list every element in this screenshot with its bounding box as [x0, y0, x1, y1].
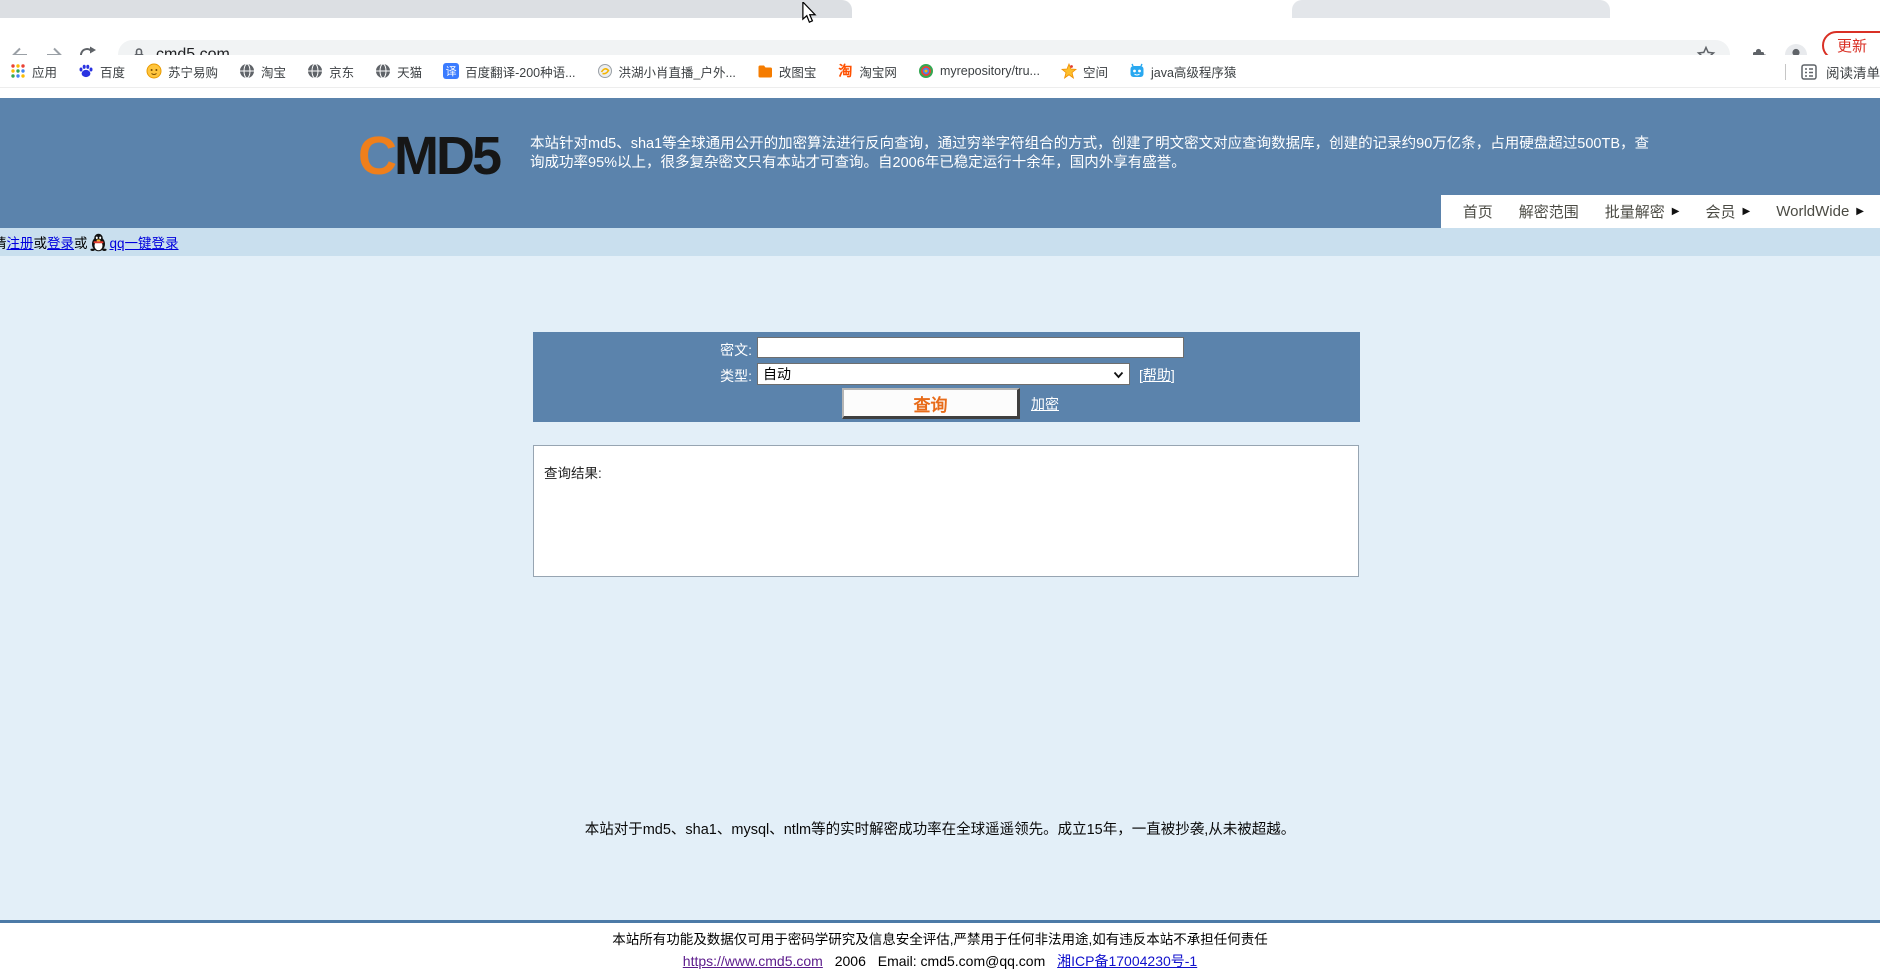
type-label: 类型:	[720, 368, 752, 384]
bookmark-baidu[interactable]: 百度	[78, 62, 125, 81]
bookmark-label: 洪湖小肖直播_户外...	[618, 65, 736, 80]
globe-icon	[308, 63, 323, 79]
nav-label: WorldWide	[1776, 203, 1850, 220]
bookmark-apps[interactable]: 应用	[10, 62, 57, 81]
footer-year: 2006	[834, 953, 866, 969]
nav-home[interactable]: 首页	[1463, 201, 1493, 222]
bookmark-tmall[interactable]: 天猫	[375, 62, 422, 81]
type-select-value: 自动	[763, 366, 791, 382]
globe-icon	[240, 63, 255, 79]
nav-member[interactable]: 会员 ▶	[1706, 201, 1751, 222]
site-description: 本站针对md5、sha1等全球通用公开的加密算法进行反向查询，通过穷举字符组合的…	[530, 136, 1649, 171]
qq-penguin-icon	[89, 233, 107, 251]
bookmark-label: 改图宝	[778, 65, 817, 80]
bookmark-label: 空间	[1082, 65, 1108, 80]
chevron-right-icon: ▶	[1856, 206, 1864, 217]
site-nav: 首页 解密范围 批量解密 ▶ 会员 ▶ WorldWide ▶	[1440, 195, 1880, 228]
bookmark-myrepository[interactable]: myrepository/tru...	[918, 63, 1040, 79]
help-link-wrap: [帮助]	[1139, 365, 1175, 385]
chevron-right-icon: ▶	[1671, 206, 1680, 217]
nav-label: 解密范围	[1518, 204, 1579, 221]
reading-list-label: 阅读清单	[1826, 65, 1880, 81]
bookmark-label: 淘宝网	[859, 65, 897, 80]
nav-label: 首页	[1462, 204, 1493, 221]
bookmark-label: 淘宝	[261, 65, 287, 80]
nav-label: 会员	[1705, 204, 1736, 221]
bookmark-jd[interactable]: 京东	[307, 62, 354, 81]
nav-label: 批量解密	[1604, 204, 1665, 221]
bracket: ]	[1170, 367, 1175, 383]
cmd5-logo[interactable]: CMD5	[358, 126, 502, 186]
footer-disclaimer: 本站所有功能及数据仅可用于密码学研究及信息安全评估,严禁用于任何非法用途,如有违…	[612, 932, 1268, 947]
update-label: 更新	[1837, 38, 1868, 55]
taobao-char-icon: 淘	[838, 63, 853, 79]
bookmark-suning[interactable]: 苏宁易购	[146, 62, 218, 81]
encrypt-link[interactable]: 加密	[1031, 394, 1059, 414]
bookmark-label: 天猫	[397, 65, 423, 80]
java-robot-icon	[1130, 63, 1144, 77]
type-select[interactable]: 自动	[757, 363, 1130, 385]
mouse-cursor	[802, 2, 817, 23]
bookmark-taobao[interactable]: 淘宝	[239, 62, 286, 81]
orange-folder-icon	[758, 65, 772, 78]
bookmark-label: 百度翻译-200种语...	[465, 65, 576, 80]
baidu-paw-icon	[79, 64, 93, 78]
login-bar: 请注册或登录或 qq一键登录	[0, 228, 1880, 256]
bookmark-label: 京东	[329, 65, 355, 80]
apps-grid-icon	[11, 64, 25, 78]
bookmark-label: 应用	[32, 65, 58, 80]
bookmark-gaitubao[interactable]: 改图宝	[757, 62, 817, 81]
chevron-right-icon: ▶	[1742, 206, 1751, 217]
footer-email: Email: cmd5.com@qq.com	[877, 953, 1046, 969]
bookmark-java[interactable]: java高级程序猿	[1129, 62, 1236, 81]
login-conj: 或	[33, 236, 48, 251]
translate-badge-icon: 译	[443, 63, 460, 79]
query-button[interactable]: 查询	[842, 388, 1020, 419]
tab-active[interactable]	[852, 0, 1292, 18]
logo-c: C	[358, 126, 397, 186]
rainbow-rings-icon	[918, 64, 933, 78]
site-slogan: 本站对于md5、sha1、mysql、ntlm等的实时解密成功率在全球遥遥领先。…	[584, 822, 1296, 838]
globe-icon	[376, 63, 391, 79]
tab-strip	[0, 0, 1880, 18]
results-label: 查询结果:	[544, 466, 602, 481]
query-form-panel: 密文: 类型: 自动 [帮助] 查询 加密	[533, 332, 1360, 422]
live-swirl-icon	[597, 64, 612, 78]
tab-inactive[interactable]	[1292, 0, 1610, 18]
nav-decrypt-range[interactable]: 解密范围	[1519, 201, 1579, 222]
chevron-down-icon	[1113, 371, 1124, 379]
footer-links-row: https://www.cmd5.com 2006 Email: cmd5.co…	[0, 951, 1880, 971]
bookmark-baidu-translate[interactable]: 译 百度翻译-200种语...	[443, 62, 576, 81]
footer-site-link[interactable]: https://www.cmd5.com	[683, 953, 823, 969]
cipher-input[interactable]	[757, 337, 1184, 358]
bookmark-taobao-site[interactable]: 淘 淘宝网	[837, 62, 897, 81]
query-results-box: 查询结果:	[533, 445, 1359, 577]
login-conj: 或	[74, 236, 88, 251]
tab-inactive[interactable]	[0, 0, 852, 18]
reading-list-area[interactable]: 阅读清单	[1785, 55, 1880, 88]
nav-batch-decrypt[interactable]: 批量解密 ▶	[1605, 201, 1680, 222]
register-link[interactable]: 注册	[7, 232, 34, 252]
reading-list-icon	[1801, 63, 1817, 80]
bookmark-label: 百度	[100, 65, 126, 80]
login-link[interactable]: 登录	[47, 232, 74, 252]
bookmark-live-stream[interactable]: 洪湖小肖直播_户外...	[597, 62, 736, 81]
qzone-star-icon	[1060, 63, 1077, 79]
qq-login-link[interactable]: qq一键登录	[110, 232, 179, 252]
cipher-label: 密文:	[720, 342, 752, 358]
bookmark-label: 苏宁易购	[168, 65, 219, 80]
bookmark-label: java高级程序猿	[1150, 65, 1237, 80]
bookmarks-separator	[1785, 63, 1786, 80]
help-link[interactable]: 帮助	[1143, 367, 1171, 383]
bookmark-qzone[interactable]: 空间	[1060, 62, 1108, 81]
footer-icp-link[interactable]: 湘ICP备17004230号-1	[1057, 953, 1197, 969]
nav-worldwide[interactable]: WorldWide ▶	[1776, 203, 1864, 220]
bookmarks-bar: 应用 百度 苏宁易购 淘宝 京东 天猫 译 百度翻译-200种语... 洪湖小肖…	[0, 55, 1880, 88]
lion-icon	[146, 63, 162, 79]
browser-toolbar: cmd5.com 更新	[0, 18, 1880, 69]
bookmark-label: myrepository/tru...	[939, 64, 1040, 78]
logo-md5: MD5	[394, 126, 502, 186]
site-footer: 本站所有功能及数据仅可用于密码学研究及信息安全评估,严禁用于任何非法用途,如有违…	[0, 923, 1880, 980]
